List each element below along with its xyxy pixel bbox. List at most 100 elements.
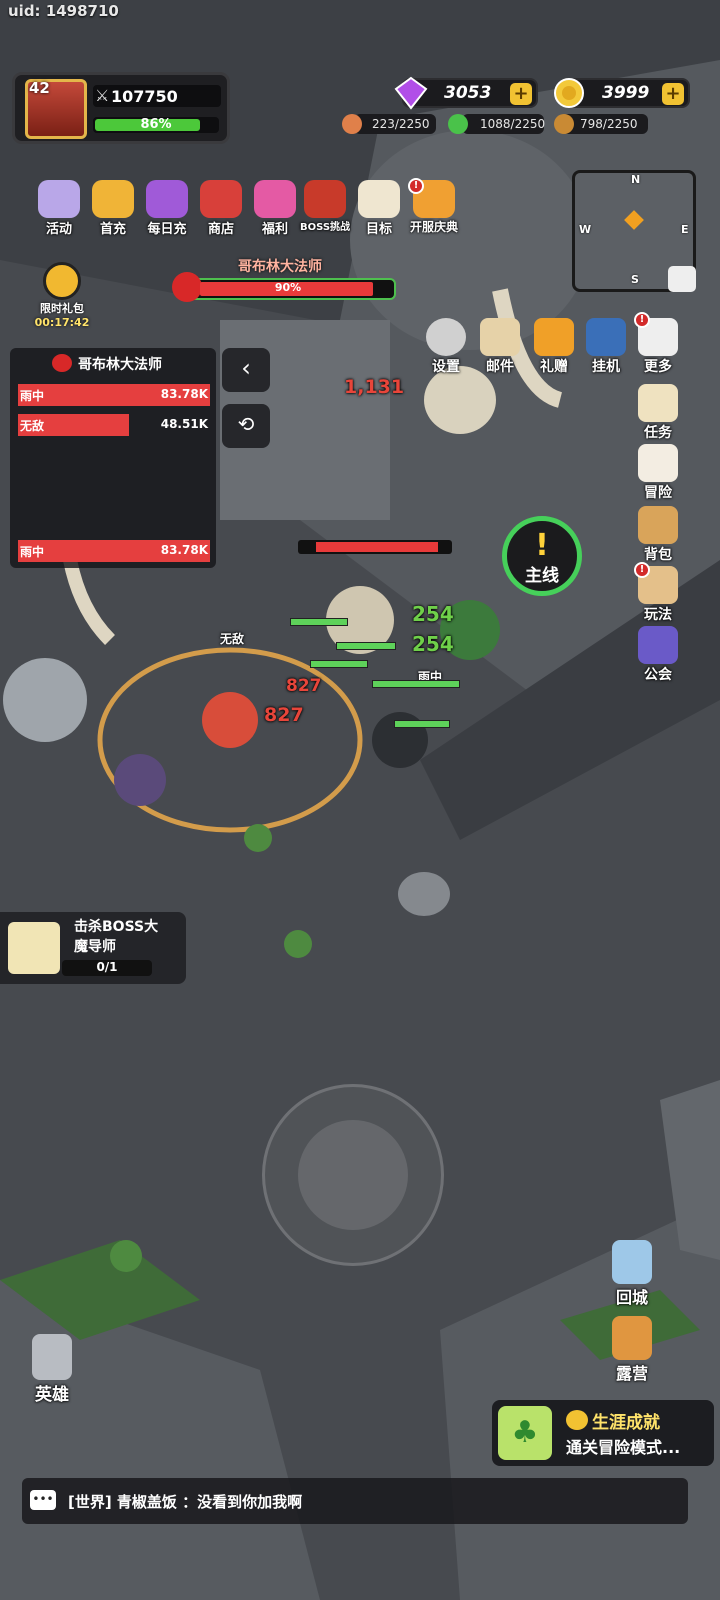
- scroll-icon: [638, 384, 678, 422]
- damage-number: 1,131: [344, 376, 405, 398]
- menu-mail[interactable]: 邮件: [470, 318, 530, 376]
- achievement-banner[interactable]: ♣ 生涯成就 通关冒险模式...: [492, 1400, 714, 1466]
- menu-label: 公会: [644, 667, 672, 683]
- compass-west: W: [579, 223, 592, 236]
- menu-label: 更多: [644, 359, 672, 375]
- devil-icon: [172, 272, 202, 302]
- damage-number: 827: [286, 676, 322, 696]
- return-city-button[interactable]: 回城: [602, 1240, 662, 1308]
- limited-gift-button[interactable]: 限时礼包 00:17:42: [32, 262, 92, 329]
- task-title-line1: 击杀BOSS大: [74, 919, 159, 935]
- history-button[interactable]: ⟲: [222, 404, 270, 448]
- wood-amount: 798/2250: [580, 117, 638, 131]
- player-marker-icon: [624, 210, 644, 230]
- menu-guild[interactable]: 公会: [628, 626, 688, 684]
- menu-adventure[interactable]: 冒险: [628, 444, 688, 502]
- kill-boss-task[interactable]: 击杀BOSS大 魔导师 0/1: [0, 912, 186, 984]
- achievement-title: 生涯成就: [592, 1413, 660, 1433]
- main-quest-button[interactable]: ! 主线: [502, 516, 582, 596]
- menu-label: 冒险: [644, 485, 672, 501]
- achievement-desc: 通关冒险模式...: [566, 1438, 681, 1457]
- devil-icon: [52, 354, 72, 372]
- menu-gift[interactable]: 礼赠: [524, 318, 584, 376]
- damage-row-self: 雨中 83.78K: [18, 540, 210, 562]
- trophy-icon: [566, 1410, 588, 1430]
- damage-value: 48.51K: [160, 417, 208, 431]
- gold-coin-icon: [554, 78, 584, 108]
- collapse-panel-button[interactable]: ‹: [222, 348, 270, 392]
- boss-name: 哥布林大法师: [238, 259, 322, 275]
- meat-icon: [342, 114, 362, 134]
- world-chat-bar[interactable]: ••• [世界] 青椒盖饭 ：没看到你加我啊: [22, 1478, 688, 1524]
- heal-number: 254: [412, 602, 454, 626]
- top-icon-boss-challenge[interactable]: BOSS挑战: [296, 180, 354, 240]
- damage-value: 83.78K: [160, 543, 208, 557]
- helmet-icon: [32, 1334, 72, 1380]
- compass-south: S: [631, 273, 639, 286]
- leaf-amount: 1088/2250: [480, 117, 546, 131]
- task-progress: 0/1: [96, 960, 118, 974]
- heroes-button[interactable]: 英雄: [22, 1334, 82, 1405]
- menu-label: 英雄: [35, 1385, 69, 1405]
- unit-hp-bar: [372, 680, 460, 688]
- menu-label: 露营: [615, 1364, 648, 1383]
- damage-player-name: 雨中: [20, 389, 45, 403]
- food-counter: 223/2250: [354, 114, 436, 134]
- wood-counter: 798/2250: [562, 114, 648, 134]
- clover-icon: ♣: [498, 1406, 552, 1460]
- wood-icon: [554, 114, 574, 134]
- top-icon-first-recharge[interactable]: 首充: [84, 180, 142, 240]
- menu-settings[interactable]: 设置: [416, 318, 476, 376]
- leaf-icon: [448, 114, 468, 134]
- gift-icon: [534, 318, 574, 356]
- top-icon-daily-recharge[interactable]: 每日充: [138, 180, 196, 240]
- gift-timer: 00:17:42: [34, 316, 90, 329]
- gift-box-icon: [254, 180, 296, 218]
- damage-player-name: 无敌: [20, 419, 45, 433]
- top-icon-label: 首充: [99, 222, 126, 237]
- damage-row: 无敌 48.51K: [18, 414, 210, 436]
- treasure-icon: [146, 180, 188, 218]
- crown-icon: [92, 180, 134, 218]
- enemy-hp-fill: [316, 542, 438, 552]
- gold-counter[interactable]: 3999 +: [554, 78, 690, 108]
- menu-label: 背包: [644, 547, 672, 563]
- menu-label: 回城: [615, 1288, 648, 1307]
- gem-counter[interactable]: 3053 +: [394, 76, 538, 110]
- menu-auto[interactable]: 挂机: [576, 318, 636, 376]
- uid-label: uid: 1498710: [8, 2, 119, 20]
- unit-hp-bar: [310, 660, 368, 668]
- notification-dot: !: [634, 562, 650, 578]
- damage-number: 827: [264, 704, 304, 726]
- stopwatch-icon: [43, 262, 81, 300]
- add-gold-button[interactable]: +: [662, 83, 684, 105]
- player-panel[interactable]: 42 ⚔ 107750 86%: [12, 72, 230, 144]
- unit-name-tag: 无敌: [220, 632, 245, 646]
- unit-hp-bar: [394, 720, 450, 728]
- exp-percent: 86%: [140, 117, 172, 132]
- chat-bubble-icon: •••: [30, 1490, 56, 1510]
- top-icon-goal[interactable]: 目标: [350, 180, 408, 240]
- gear-icon: [426, 318, 466, 356]
- gem-amount: 3053: [444, 83, 492, 103]
- damage-ranking-panel: [10, 348, 216, 568]
- shield-icon: [638, 626, 678, 664]
- top-icon-label: 目标: [365, 222, 392, 237]
- tent-icon: [612, 1316, 652, 1360]
- map-pin-icon: [638, 444, 678, 482]
- add-gems-button[interactable]: +: [510, 83, 532, 105]
- boss-hp-percent: 90%: [274, 281, 302, 294]
- camp-button[interactable]: 露营: [602, 1316, 662, 1384]
- truck-icon[interactable]: [668, 266, 696, 292]
- top-icon-shop[interactable]: 商店: [192, 180, 250, 240]
- menu-bag[interactable]: 背包: [628, 506, 688, 564]
- joystick-thumb[interactable]: [298, 1120, 408, 1230]
- combat-power: 107750: [111, 87, 178, 106]
- menu-label: 邮件: [486, 359, 514, 375]
- top-icon-activity[interactable]: 活动: [30, 180, 88, 240]
- shop-icon: [200, 180, 242, 218]
- notification-dot: !: [408, 178, 424, 194]
- menu-tasks[interactable]: 任务: [628, 384, 688, 442]
- damage-player-name: 雨中: [20, 545, 45, 559]
- top-icon-label: 活动: [45, 222, 72, 237]
